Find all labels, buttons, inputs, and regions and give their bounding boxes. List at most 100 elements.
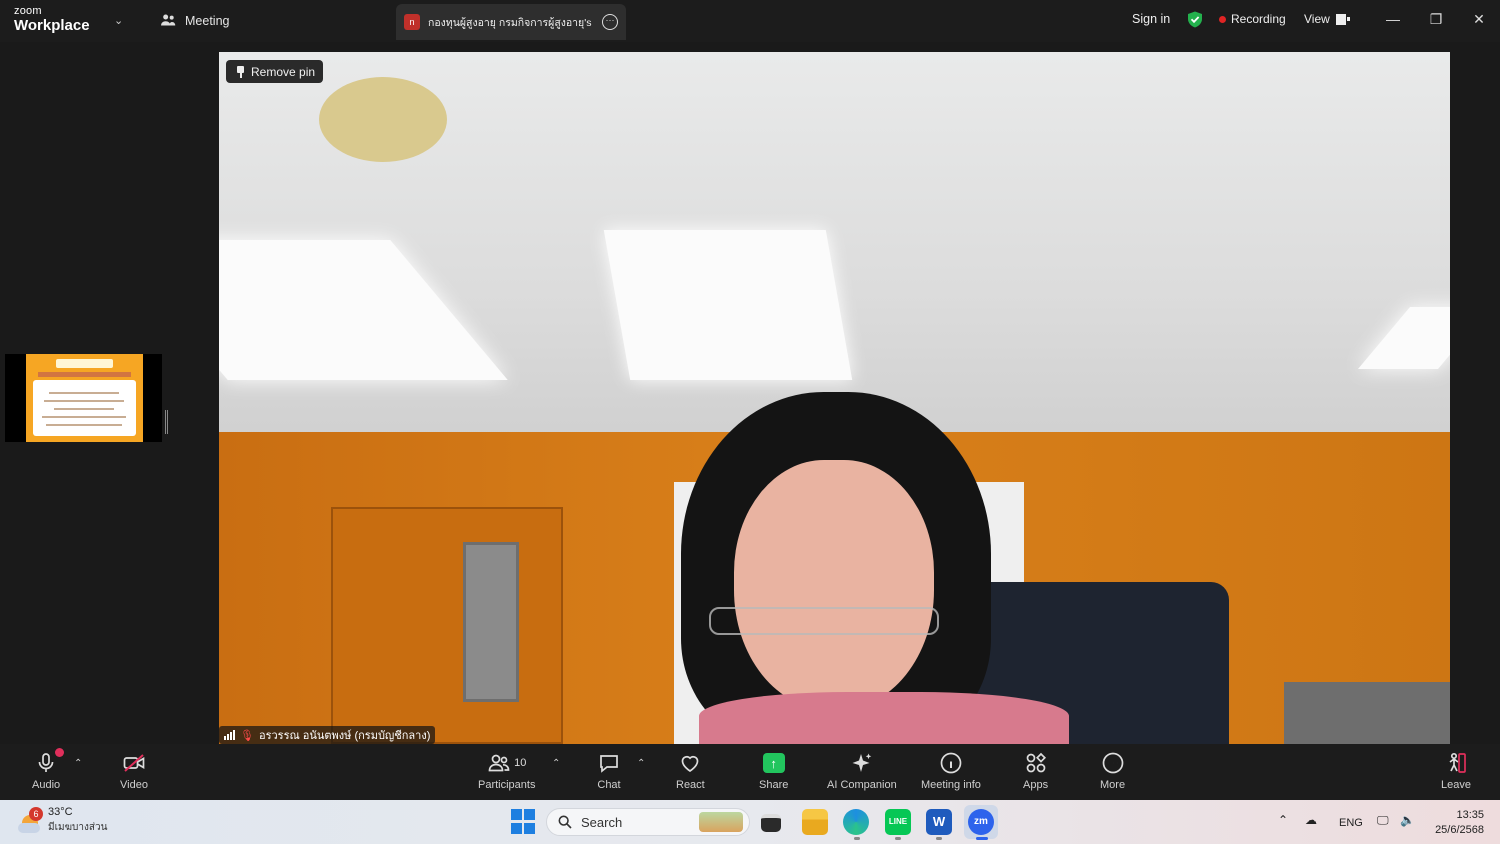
- chat-button[interactable]: Chat: [597, 750, 621, 791]
- meeting-label: Meeting: [185, 13, 230, 28]
- logo-line1: zoom: [14, 5, 42, 17]
- microphone-icon: [34, 748, 65, 776]
- participant-face: [734, 460, 934, 710]
- meeting-tab[interactable]: n กองทุนผู้สูงอายุ กรมกิจการผู้สูงอายุ's…: [396, 4, 626, 40]
- pinned-video[interactable]: [219, 52, 1450, 744]
- slide-text-line: [46, 424, 122, 426]
- title-bar: zoom Workplace ⌄ Meeting n กองทุนผู้สูงอ…: [0, 0, 1500, 42]
- more-button[interactable]: More: [1100, 750, 1125, 791]
- search-highlight-icon: [699, 812, 743, 832]
- weather-temperature: 33°C: [48, 806, 73, 818]
- word-app-icon[interactable]: W: [926, 809, 952, 835]
- task-view-icon[interactable]: [761, 814, 781, 832]
- apps-label: Apps: [1023, 779, 1049, 791]
- info-icon: [939, 750, 963, 776]
- search-icon: [558, 815, 572, 829]
- apps-icon: [1024, 750, 1048, 776]
- recording-indicator[interactable]: Recording: [1219, 12, 1286, 26]
- chat-icon: [597, 750, 621, 776]
- slide-text-line: [54, 408, 114, 410]
- running-indicator: [936, 837, 942, 840]
- close-button[interactable]: ✕: [1466, 8, 1492, 30]
- clock-time: 13:35: [1456, 809, 1484, 821]
- windows-start-icon[interactable]: [511, 809, 537, 835]
- audio-label: Audio: [32, 779, 61, 791]
- remove-pin-label: Remove pin: [251, 64, 316, 79]
- sparkle-icon: [850, 750, 874, 776]
- shared-screen-thumbnail[interactable]: [5, 354, 162, 442]
- mic-muted-icon: 🎙: [240, 729, 254, 742]
- audio-alert-badge: [55, 748, 65, 757]
- chat-label: Chat: [597, 779, 621, 791]
- minimize-button[interactable]: —: [1380, 8, 1406, 30]
- audio-button[interactable]: Audio: [32, 748, 65, 791]
- heart-icon: [678, 750, 702, 776]
- leave-button[interactable]: Leave: [1441, 750, 1471, 791]
- participants-button[interactable]: 10 Participants: [478, 750, 535, 791]
- participants-options-caret[interactable]: ⌃: [552, 758, 560, 769]
- display-icon[interactable]: 🖵: [1377, 813, 1389, 828]
- video-off-icon: [122, 750, 146, 776]
- share-button[interactable]: ↑ Share: [759, 750, 788, 791]
- participants-label: Participants: [478, 779, 536, 791]
- security-shield-icon[interactable]: [1187, 11, 1203, 28]
- recording-label: Recording: [1231, 12, 1286, 26]
- slide-title-bar: [38, 372, 131, 377]
- show-hidden-icons-chevron[interactable]: ⌃: [1278, 813, 1288, 827]
- participant-shirt: [699, 692, 1069, 744]
- windows-taskbar: 6 33°C มีเมฆบางส่วน Search LINE W zm ⌃ ☁…: [0, 800, 1500, 844]
- sign-in-button[interactable]: Sign in: [1132, 12, 1170, 26]
- network-icon[interactable]: ☁: [1305, 813, 1317, 827]
- volume-icon[interactable]: 🔈: [1400, 813, 1415, 827]
- chat-options-caret[interactable]: ⌃: [637, 758, 645, 769]
- apps-button[interactable]: Apps: [1023, 750, 1048, 791]
- remove-pin-button[interactable]: Remove pin: [226, 60, 324, 83]
- recording-dot-icon: [1219, 15, 1226, 23]
- search-placeholder: Search: [581, 814, 623, 830]
- more-options-icon[interactable]: ···: [602, 14, 618, 30]
- running-indicator: [976, 837, 988, 840]
- running-indicator: [895, 837, 901, 840]
- slide-header: [56, 359, 113, 368]
- zoom-logo[interactable]: zoom Workplace: [14, 5, 90, 34]
- file-explorer-icon[interactable]: [802, 809, 828, 835]
- line-app-icon[interactable]: LINE: [885, 809, 911, 835]
- ceiling-fixture: [319, 77, 447, 162]
- edge-browser-icon[interactable]: [843, 809, 869, 835]
- taskbar-clock[interactable]: 13:35 25/6/2568: [1428, 808, 1484, 838]
- tab-app-icon: n: [404, 14, 420, 30]
- slide-text-line: [44, 400, 124, 402]
- view-layout-icon: [1335, 13, 1350, 25]
- meeting-button[interactable]: Meeting: [160, 12, 229, 29]
- leave-label: Leave: [1441, 779, 1471, 791]
- ai-companion-button[interactable]: AI Companion: [827, 750, 897, 791]
- zoom-app-icon[interactable]: zm: [968, 809, 994, 835]
- meeting-info-label: Meeting info: [921, 779, 981, 791]
- audio-options-caret[interactable]: ⌃: [74, 758, 82, 769]
- restore-button[interactable]: ❐: [1423, 8, 1449, 30]
- chevron-down-icon[interactable]: ⌄: [114, 14, 123, 27]
- share-screen-icon: ↑: [762, 750, 785, 776]
- video-label: Video: [120, 779, 148, 791]
- view-label: View: [1304, 12, 1330, 26]
- video-button[interactable]: Video: [120, 750, 148, 791]
- slide-preview: [26, 354, 143, 442]
- ceiling-light: [603, 230, 853, 380]
- language-indicator[interactable]: ENG: [1339, 817, 1363, 829]
- slide-text-line: [42, 416, 126, 418]
- meeting-info-button[interactable]: Meeting info: [921, 750, 981, 791]
- slide-text-line: [49, 392, 119, 394]
- pin-icon: [236, 65, 245, 78]
- people-icon: [161, 14, 176, 26]
- weather-description: มีเมฆบางส่วน: [48, 822, 108, 833]
- meeting-toolbar: Audio ⌃ Video 10 Participants ⌃ Chat ⌃ R…: [0, 744, 1500, 800]
- taskbar-search[interactable]: Search: [546, 808, 750, 836]
- door-window: [463, 542, 519, 702]
- tab-title: กองทุนผู้สูงอายุ กรมกิจการผู้สูงอายุ's s…: [428, 16, 594, 29]
- panel-splitter-handle[interactable]: [165, 410, 168, 434]
- cabinet: [1284, 682, 1450, 744]
- view-button[interactable]: View: [1304, 12, 1350, 26]
- more-label: More: [1100, 779, 1126, 791]
- react-button[interactable]: React: [676, 750, 705, 791]
- weather-widget[interactable]: 6 33°C มีเมฆบางส่วน: [18, 806, 107, 835]
